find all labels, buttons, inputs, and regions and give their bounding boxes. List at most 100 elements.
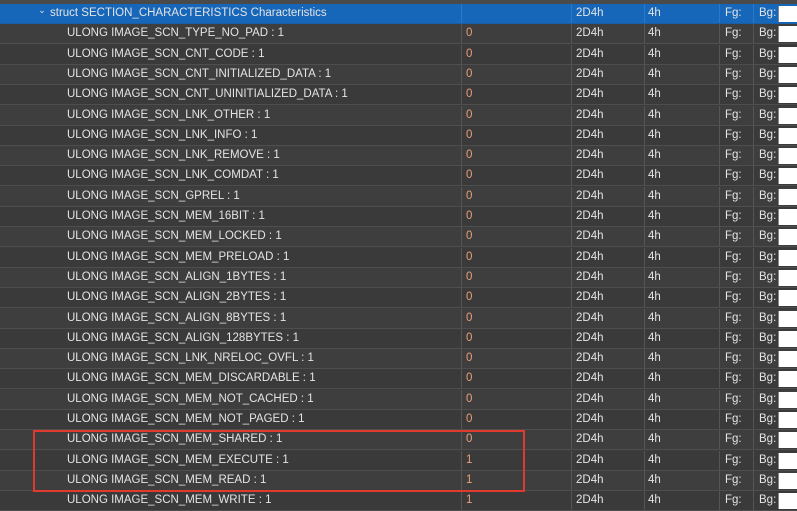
field-row[interactable]: ULONG IMAGE_SCN_CNT_INITIALIZED_DATA : 1…	[0, 65, 797, 85]
bg-color-swatch[interactable]	[778, 453, 797, 469]
fg-cell[interactable]: Fg:	[719, 207, 753, 226]
field-row[interactable]: ULONG IMAGE_SCN_ALIGN_1BYTES : 1 0 2D4h 4h F…	[0, 268, 797, 288]
bg-color-swatch[interactable]	[778, 47, 797, 63]
fg-cell[interactable]: Fg:	[719, 187, 753, 206]
fg-cell[interactable]: Fg:	[719, 126, 753, 145]
name-cell: ULONG IMAGE_SCN_MEM_NOT_PAGED : 1	[0, 410, 461, 429]
field-row[interactable]: ULONG IMAGE_SCN_LNK_COMDAT : 1 0 2D4h 4h Fg:…	[0, 166, 797, 186]
bg-color-swatch[interactable]	[778, 209, 797, 225]
bg-color-swatch[interactable]	[778, 473, 797, 489]
fg-cell[interactable]: Fg:	[719, 4, 753, 23]
fg-cell[interactable]: Fg:	[719, 288, 753, 307]
bg-color-swatch[interactable]	[778, 128, 797, 144]
value-cell: 0	[466, 230, 473, 242]
field-row[interactable]: ULONG IMAGE_SCN_MEM_READ : 1 1 2D4h 4h Fg: Bg…	[0, 471, 797, 491]
field-row[interactable]: ULONG IMAGE_SCN_TYPE_NO_PAD : 1 0 2D4h 4h Fg…	[0, 24, 797, 44]
fg-cell[interactable]: Fg:	[719, 248, 753, 267]
bg-color-swatch[interactable]	[778, 270, 797, 286]
bg-color-swatch[interactable]	[778, 67, 797, 83]
value-cell: 0	[466, 169, 473, 181]
bg-color-swatch[interactable]	[778, 371, 797, 387]
field-name-label: ULONG IMAGE_SCN_GPREL : 1	[67, 190, 240, 202]
value-cell: 1	[466, 454, 473, 466]
fg-cell[interactable]: Fg:	[719, 451, 753, 470]
field-row[interactable]: ULONG IMAGE_SCN_MEM_SHARED : 1 0 2D4h 4h Fg:…	[0, 430, 797, 450]
value-cell: 0	[466, 48, 473, 60]
field-row[interactable]: ULONG IMAGE_SCN_ALIGN_8BYTES : 1 0 2D4h 4h F…	[0, 309, 797, 329]
name-cell: ULONG IMAGE_SCN_CNT_CODE : 1	[0, 45, 461, 64]
field-row[interactable]: ULONG IMAGE_SCN_MEM_PRELOAD : 1 0 2D4h 4h Fg…	[0, 248, 797, 268]
field-row[interactable]: ULONG IMAGE_SCN_LNK_REMOVE : 1 0 2D4h 4h Fg:…	[0, 146, 797, 166]
fg-cell[interactable]: Fg:	[719, 65, 753, 84]
bg-color-swatch[interactable]	[778, 432, 797, 448]
field-row[interactable]: ULONG IMAGE_SCN_ALIGN_128BYTES : 1 0 2D4h 4…	[0, 329, 797, 349]
size-cell: 4h	[648, 372, 661, 384]
bg-color-swatch[interactable]	[778, 168, 797, 184]
size-cell: 4h	[648, 109, 661, 121]
bg-color-swatch[interactable]	[778, 6, 797, 22]
chevron-down-icon[interactable]: ⌄	[37, 4, 47, 20]
field-name-label: ULONG IMAGE_SCN_CNT_UNINITIALIZED_DATA :…	[67, 88, 348, 100]
fg-cell[interactable]: Fg:	[719, 166, 753, 185]
fg-cell[interactable]: Fg:	[719, 24, 753, 43]
start-cell: 2D4h	[576, 27, 604, 39]
field-row[interactable]: ULONG IMAGE_SCN_GPREL : 1 0 2D4h 4h Fg: Bg:	[0, 187, 797, 207]
field-row[interactable]: ULONG IMAGE_SCN_ALIGN_2BYTES : 1 0 2D4h 4h F…	[0, 288, 797, 308]
fg-cell[interactable]: Fg:	[719, 410, 753, 429]
name-cell: ULONG IMAGE_SCN_CNT_INITIALIZED_DATA : 1	[0, 65, 461, 84]
field-name-label: ULONG IMAGE_SCN_MEM_WRITE : 1	[67, 494, 272, 506]
fg-cell[interactable]: Fg:	[719, 85, 753, 104]
fg-cell[interactable]: Fg:	[719, 329, 753, 348]
fg-cell[interactable]: Fg:	[719, 309, 753, 328]
fg-cell[interactable]: Fg:	[719, 227, 753, 246]
field-row[interactable]: ULONG IMAGE_SCN_MEM_NOT_PAGED : 1 0 2D4h 4h…	[0, 410, 797, 430]
bg-color-swatch[interactable]	[778, 493, 797, 509]
field-name-label: ULONG IMAGE_SCN_MEM_READ : 1	[67, 474, 267, 486]
bg-color-swatch[interactable]	[778, 87, 797, 103]
fg-cell[interactable]: Fg:	[719, 146, 753, 165]
field-row[interactable]: ULONG IMAGE_SCN_MEM_LOCKED : 1 0 2D4h 4h Fg:…	[0, 227, 797, 247]
field-row[interactable]: ULONG IMAGE_SCN_CNT_UNINITIALIZED_DATA :…	[0, 85, 797, 105]
fg-cell[interactable]: Fg:	[719, 491, 753, 510]
bg-color-swatch[interactable]	[778, 351, 797, 367]
struct-row-characteristics[interactable]: ⌄ struct SECTION_CHARACTERISTICS Characte…	[0, 4, 797, 24]
bg-color-swatch[interactable]	[778, 148, 797, 164]
fg-cell[interactable]: Fg:	[719, 390, 753, 409]
bg-color-swatch[interactable]	[778, 189, 797, 205]
field-row[interactable]: ULONG IMAGE_SCN_MEM_NOT_CACHED : 1 0 2D4h 4…	[0, 390, 797, 410]
bg-color-swatch[interactable]	[778, 26, 797, 42]
fg-cell[interactable]: Fg:	[719, 106, 753, 125]
bg-color-swatch[interactable]	[778, 229, 797, 245]
bg-color-swatch[interactable]	[778, 250, 797, 266]
field-name-label: ULONG IMAGE_SCN_LNK_NRELOC_OVFL : 1	[67, 352, 314, 364]
field-row[interactable]: ULONG IMAGE_SCN_LNK_NRELOC_OVFL : 1 0 2D4h…	[0, 349, 797, 369]
start-cell: 2D4h	[576, 332, 604, 344]
field-row[interactable]: ULONG IMAGE_SCN_MEM_WRITE : 1 1 2D4h 4h Fg: B…	[0, 491, 797, 511]
size-cell: 4h	[648, 474, 661, 486]
fg-cell[interactable]: Fg:	[719, 430, 753, 449]
field-row[interactable]: ULONG IMAGE_SCN_LNK_OTHER : 1 0 2D4h 4h Fg: B…	[0, 106, 797, 126]
start-cell: 2D4h	[576, 68, 604, 80]
size-cell: 4h	[648, 48, 661, 60]
fg-cell[interactable]: Fg:	[719, 268, 753, 287]
template-results-grid: ⌄ struct SECTION_CHARACTERISTICS Characte…	[0, 0, 797, 511]
name-cell: ULONG IMAGE_SCN_LNK_NRELOC_OVFL : 1	[0, 349, 461, 368]
start-cell: 2D4h	[576, 372, 604, 384]
field-name-label: ULONG IMAGE_SCN_ALIGN_1BYTES : 1	[67, 271, 287, 283]
bg-color-swatch[interactable]	[778, 412, 797, 428]
bg-color-swatch[interactable]	[778, 311, 797, 327]
field-row[interactable]: ULONG IMAGE_SCN_MEM_DISCARDABLE : 1 0 2D4h…	[0, 369, 797, 389]
bg-color-swatch[interactable]	[778, 392, 797, 408]
fg-cell[interactable]: Fg:	[719, 45, 753, 64]
field-row[interactable]: ULONG IMAGE_SCN_CNT_CODE : 1 0 2D4h 4h Fg: Bg…	[0, 45, 797, 65]
bg-color-swatch[interactable]	[778, 108, 797, 124]
field-row[interactable]: ULONG IMAGE_SCN_MEM_EXECUTE : 1 1 2D4h 4h Fg…	[0, 451, 797, 471]
field-row[interactable]: ULONG IMAGE_SCN_LNK_INFO : 1 0 2D4h 4h Fg: Bg…	[0, 126, 797, 146]
fg-cell[interactable]: Fg:	[719, 349, 753, 368]
bg-color-swatch[interactable]	[778, 290, 797, 306]
name-cell: ULONG IMAGE_SCN_LNK_COMDAT : 1	[0, 166, 461, 185]
fg-cell[interactable]: Fg:	[719, 369, 753, 388]
bg-color-swatch[interactable]	[778, 331, 797, 347]
fg-cell[interactable]: Fg:	[719, 471, 753, 490]
field-row[interactable]: ULONG IMAGE_SCN_MEM_16BIT : 1 0 2D4h 4h Fg: B…	[0, 207, 797, 227]
